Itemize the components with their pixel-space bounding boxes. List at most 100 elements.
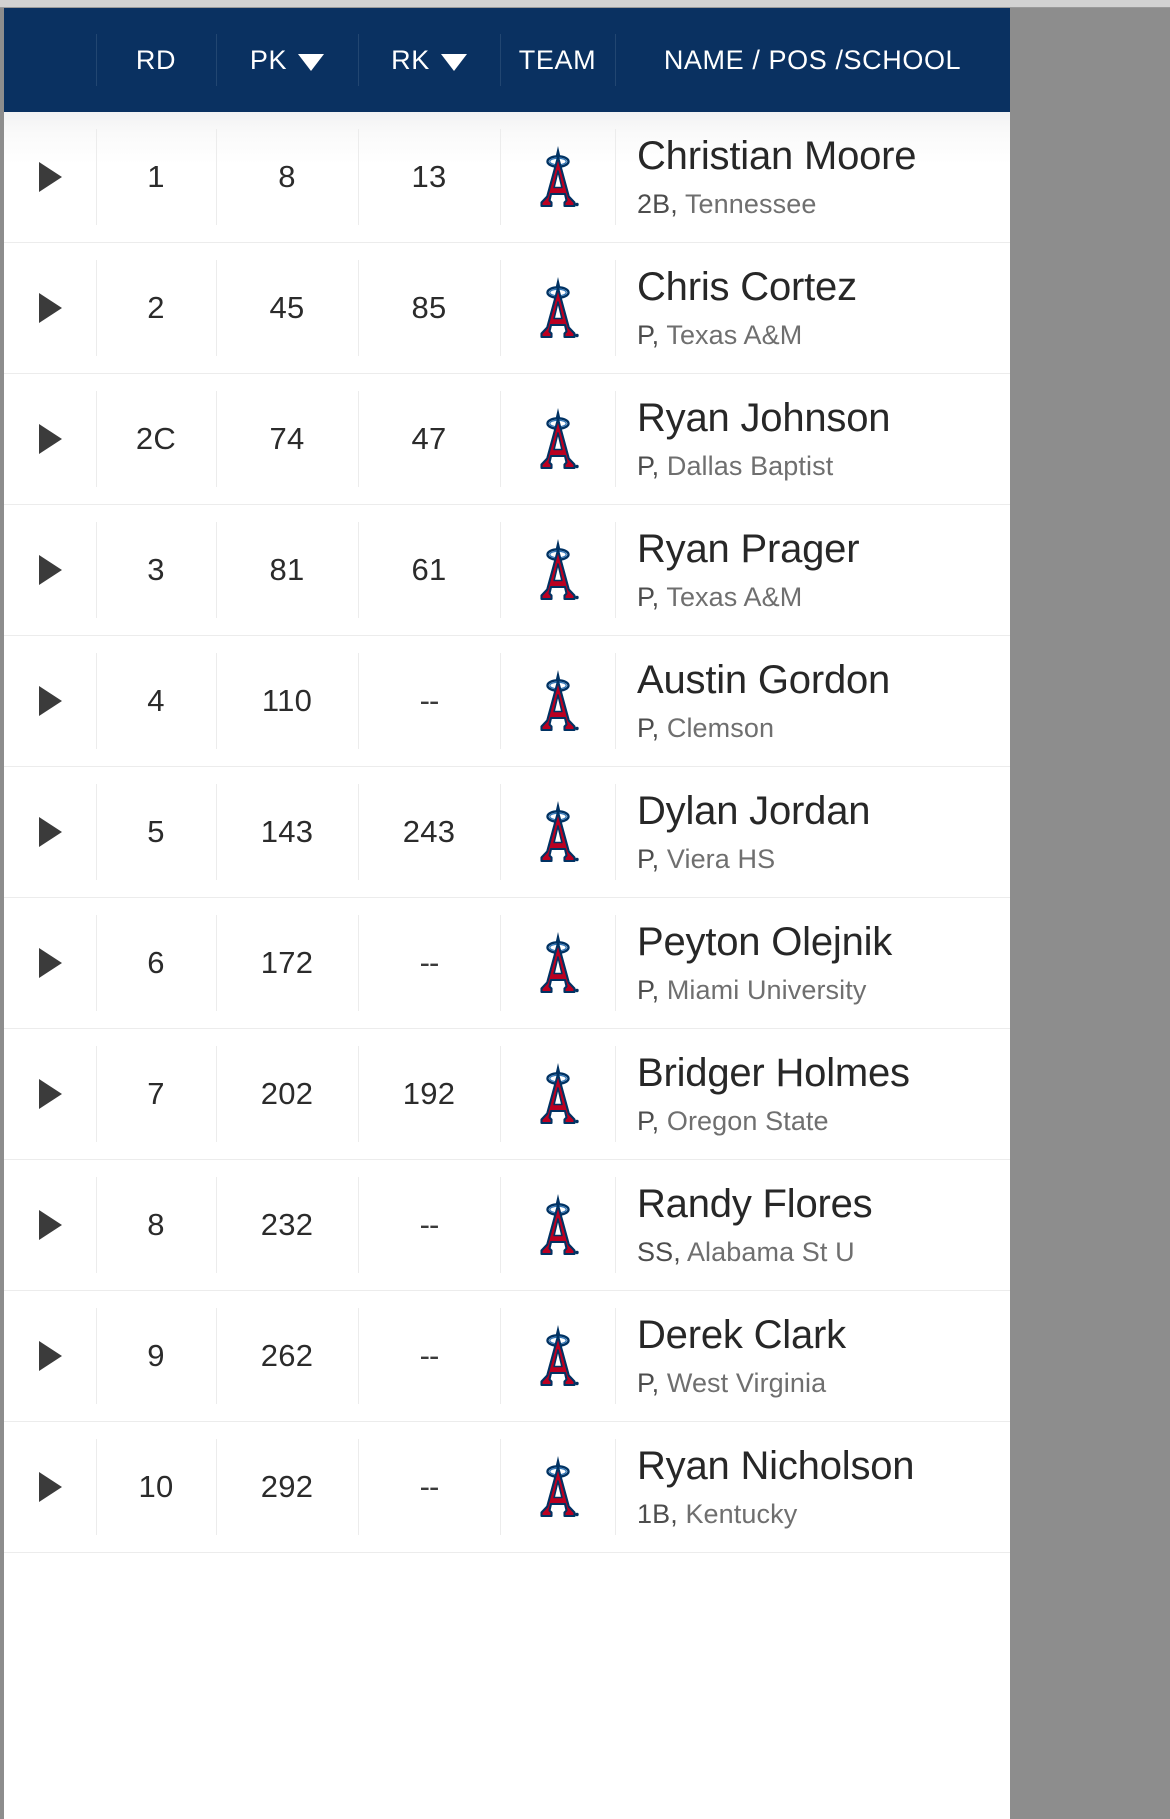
rk-value: 13: [411, 159, 447, 194]
cell-team[interactable]: [500, 767, 615, 897]
cell-name-pos-school[interactable]: Ryan Nicholson 1B, Kentucky: [615, 1422, 1010, 1552]
table-row[interactable]: 2 45 85 Chris Cortez P, Texas A&M: [4, 243, 1010, 374]
cell-team[interactable]: [500, 112, 615, 242]
expand-triangle-icon[interactable]: [38, 1341, 62, 1371]
expand-triangle-icon[interactable]: [38, 293, 62, 323]
cell-pk: 110: [216, 636, 358, 766]
cell-name-pos-school[interactable]: Randy Flores SS, Alabama St U: [615, 1160, 1010, 1290]
cell-team[interactable]: [500, 1029, 615, 1159]
cell-name-pos-school[interactable]: Christian Moore 2B, Tennessee: [615, 112, 1010, 242]
column-header-rk[interactable]: RK: [358, 8, 500, 112]
row-expand-cell[interactable]: [4, 898, 96, 1028]
los-angeles-angels-logo-icon: [539, 1456, 579, 1518]
expand-triangle-icon[interactable]: [38, 555, 62, 585]
table-row[interactable]: 8 232 -- Randy Flores SS, Alabama St U: [4, 1160, 1010, 1291]
row-expand-cell[interactable]: [4, 374, 96, 504]
cell-team[interactable]: [500, 505, 615, 635]
cell-pk: 262: [216, 1291, 358, 1421]
pk-value: 202: [260, 1076, 314, 1111]
cell-name-pos-school[interactable]: Peyton Olejnik P, Miami University: [615, 898, 1010, 1028]
cell-team[interactable]: [500, 636, 615, 766]
page-root: RD PK RK TEAM NAME / POS /SCHOOL 1 8 13 …: [0, 0, 1170, 1819]
los-angeles-angels-logo-icon: [539, 801, 579, 863]
los-angeles-angels-logo-icon: [539, 1194, 579, 1256]
player-school: Clemson: [666, 712, 775, 743]
rk-value: --: [419, 1469, 440, 1504]
table-row[interactable]: 2C 74 47 Ryan Johnson P, Dallas Baptist: [4, 374, 1010, 505]
pk-value: 81: [269, 552, 305, 587]
cell-pk: 202: [216, 1029, 358, 1159]
cell-pk: 143: [216, 767, 358, 897]
player-pos-school: P, Clemson: [637, 713, 774, 743]
cell-team[interactable]: [500, 1422, 615, 1552]
cell-name-pos-school[interactable]: Derek Clark P, West Virginia: [615, 1291, 1010, 1421]
cell-rd: 8: [96, 1160, 216, 1290]
expand-triangle-icon[interactable]: [38, 1472, 62, 1502]
expand-triangle-icon[interactable]: [38, 686, 62, 716]
player-pos-school: P, Oregon State: [637, 1106, 829, 1136]
column-header-pk-label: PK: [249, 44, 288, 75]
cell-name-pos-school[interactable]: Dylan Jordan P, Viera HS: [615, 767, 1010, 897]
cell-rd: 3: [96, 505, 216, 635]
row-expand-cell[interactable]: [4, 112, 96, 242]
column-header-name-pos-school[interactable]: NAME / POS /SCHOOL: [615, 8, 1010, 112]
row-expand-cell[interactable]: [4, 1291, 96, 1421]
cell-rd: 7: [96, 1029, 216, 1159]
cell-name-pos-school[interactable]: Ryan Johnson P, Dallas Baptist: [615, 374, 1010, 504]
table-row[interactable]: 5 143 243 Dylan Jordan P, Viera HS: [4, 767, 1010, 898]
column-header-team[interactable]: TEAM: [500, 8, 615, 112]
cell-rd: 5: [96, 767, 216, 897]
table-row[interactable]: 3 81 61 Ryan Prager P, Texas A&M: [4, 505, 1010, 636]
rd-value: 7: [147, 1076, 165, 1111]
los-angeles-angels-logo-icon: [539, 670, 579, 732]
expand-triangle-icon[interactable]: [38, 817, 62, 847]
table-row[interactable]: 7 202 192 Bridger Holmes P, Oregon State: [4, 1029, 1010, 1160]
cell-team[interactable]: [500, 898, 615, 1028]
row-expand-cell[interactable]: [4, 1029, 96, 1159]
table-row[interactable]: 1 8 13 Christian Moore 2B, Tennessee: [4, 112, 1010, 243]
row-expand-cell[interactable]: [4, 767, 96, 897]
cell-name-pos-school[interactable]: Bridger Holmes P, Oregon State: [615, 1029, 1010, 1159]
row-expand-cell[interactable]: [4, 505, 96, 635]
expand-triangle-icon[interactable]: [38, 948, 62, 978]
expand-triangle-icon[interactable]: [38, 1210, 62, 1240]
los-angeles-angels-logo-icon: [539, 277, 579, 339]
pk-value: 8: [278, 159, 296, 194]
cell-pk: 292: [216, 1422, 358, 1552]
rk-value: 47: [411, 421, 447, 456]
player-name: Ryan Johnson: [637, 396, 891, 441]
cell-name-pos-school[interactable]: Ryan Prager P, Texas A&M: [615, 505, 1010, 635]
cell-team[interactable]: [500, 1160, 615, 1290]
los-angeles-angels-logo-icon: [539, 539, 579, 601]
cell-team[interactable]: [500, 1291, 615, 1421]
rk-value: --: [419, 945, 440, 980]
cell-name-pos-school[interactable]: Chris Cortez P, Texas A&M: [615, 243, 1010, 373]
table-row[interactable]: 10 292 -- Ryan Nicholson 1B, Kentucky: [4, 1422, 1010, 1553]
table-row[interactable]: 6 172 -- Peyton Olejnik P, Miami Univers…: [4, 898, 1010, 1029]
los-angeles-angels-logo-icon: [539, 1063, 579, 1125]
cell-name-pos-school[interactable]: Austin Gordon P, Clemson: [615, 636, 1010, 766]
player-position: SS,: [637, 1236, 687, 1267]
player-pos-school: 2B, Tennessee: [637, 189, 816, 219]
row-expand-cell[interactable]: [4, 1422, 96, 1552]
column-header-rd[interactable]: RD: [96, 8, 216, 112]
cell-team[interactable]: [500, 374, 615, 504]
table-row[interactable]: 9 262 -- Derek Clark P, West Virginia: [4, 1291, 1010, 1422]
cell-rk: 61: [358, 505, 500, 635]
player-school: Alabama St U: [686, 1236, 855, 1267]
table-header-row: RD PK RK TEAM NAME / POS /SCHOOL: [4, 8, 1010, 112]
pk-value: 232: [260, 1207, 314, 1242]
player-position: P,: [637, 450, 667, 481]
caret-down-icon: [440, 53, 467, 71]
expand-triangle-icon[interactable]: [38, 1079, 62, 1109]
table-row[interactable]: 4 110 -- Austin Gordon P, Clemson: [4, 636, 1010, 767]
expand-triangle-icon[interactable]: [38, 424, 62, 454]
row-expand-cell[interactable]: [4, 1160, 96, 1290]
row-expand-cell[interactable]: [4, 243, 96, 373]
cell-team[interactable]: [500, 243, 615, 373]
row-expand-cell[interactable]: [4, 636, 96, 766]
column-header-pk[interactable]: PK: [216, 8, 358, 112]
expand-triangle-icon[interactable]: [38, 162, 62, 192]
rd-value: 1: [147, 159, 165, 194]
rd-value: 6: [147, 945, 165, 980]
